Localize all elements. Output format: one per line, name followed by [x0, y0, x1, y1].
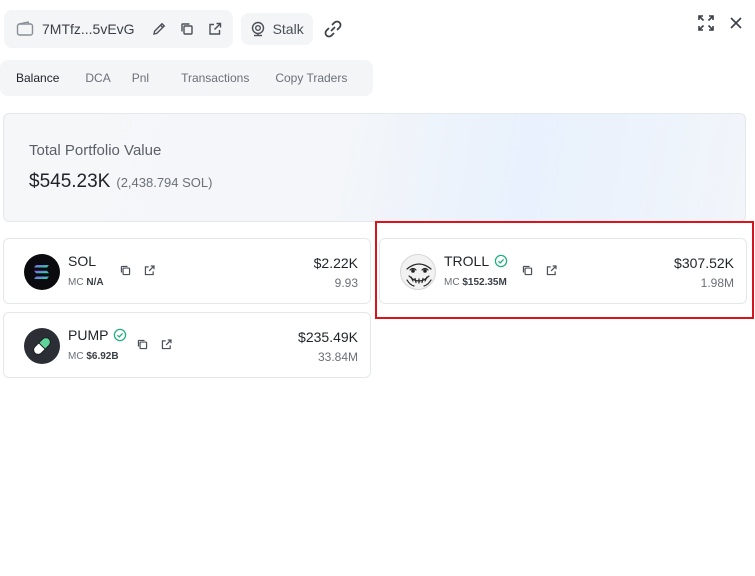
verified-check-icon: [113, 328, 127, 342]
portfolio-label: Total Portfolio Value: [29, 142, 162, 159]
sol-logo: [24, 254, 60, 290]
token-actions: [136, 338, 173, 351]
token-name-text: SOL: [68, 253, 97, 269]
external-link-icon[interactable]: [143, 264, 156, 277]
mc-value: $6.92B: [86, 351, 119, 362]
stalk-button[interactable]: Stalk: [240, 13, 313, 45]
portfolio-sol: (2,438.794 SOL): [116, 175, 213, 190]
tab-dca[interactable]: DCA: [69, 60, 120, 96]
wallet-address[interactable]: 7MTfz...5vEvG: [42, 21, 135, 37]
expand-icon[interactable]: [697, 14, 715, 32]
mc-label: MC: [68, 351, 84, 362]
mc-label: MC: [68, 277, 84, 288]
wallet-icon: [16, 21, 34, 37]
tab-pnl[interactable]: Pnl: [121, 60, 159, 96]
copy-icon[interactable]: [119, 264, 132, 277]
token-name: SOL: [68, 253, 96, 269]
tab-bar: Balance DCA Pnl Transactions Copy Trader…: [0, 60, 373, 96]
top-bar: 7MTfz...5vEvG Stalk: [4, 10, 343, 48]
token-mc: MC $6.92B: [68, 351, 119, 362]
token-name-text: PUMP: [68, 327, 109, 343]
copy-icon[interactable]: [179, 21, 195, 37]
portfolio-value-row: $545.23K (2,438.794 SOL): [29, 171, 212, 193]
edit-icon[interactable]: [151, 21, 167, 37]
portfolio-card: Total Portfolio Value $545.23K (2,438.794…: [3, 113, 746, 222]
token-amount: 33.84M: [317, 350, 358, 364]
stalk-label: Stalk: [272, 21, 304, 37]
token-amount: 9.93: [334, 276, 358, 290]
copy-icon[interactable]: [136, 338, 149, 351]
tab-transactions[interactable]: Transactions: [159, 60, 259, 96]
token-actions: [119, 264, 156, 277]
token-card-pump[interactable]: PUMP MC $6.92B $235.49K 33.84M: [3, 312, 371, 378]
token-name: PUMP: [68, 327, 127, 343]
pump-logo: [24, 328, 60, 364]
token-mc: MC N/A: [68, 277, 104, 288]
portfolio-value: $545.23K: [29, 171, 111, 192]
token-value: $235.49K: [298, 329, 358, 345]
tab-balance[interactable]: Balance: [6, 60, 69, 96]
window-controls: [697, 14, 743, 32]
highlight-box: [375, 221, 754, 319]
token-value: $2.22K: [313, 255, 358, 271]
wallet-pill: 7MTfz...5vEvG: [4, 10, 233, 48]
tab-copy-traders[interactable]: Copy Traders: [259, 60, 357, 96]
external-link-icon[interactable]: [160, 338, 173, 351]
webcam-icon: [249, 20, 267, 38]
close-icon[interactable]: [729, 16, 743, 30]
mc-value: N/A: [86, 277, 104, 288]
token-card-sol[interactable]: SOL MC N/A $2.22K 9.93: [3, 238, 371, 304]
link-icon[interactable]: [323, 19, 343, 39]
external-link-icon[interactable]: [207, 21, 223, 37]
